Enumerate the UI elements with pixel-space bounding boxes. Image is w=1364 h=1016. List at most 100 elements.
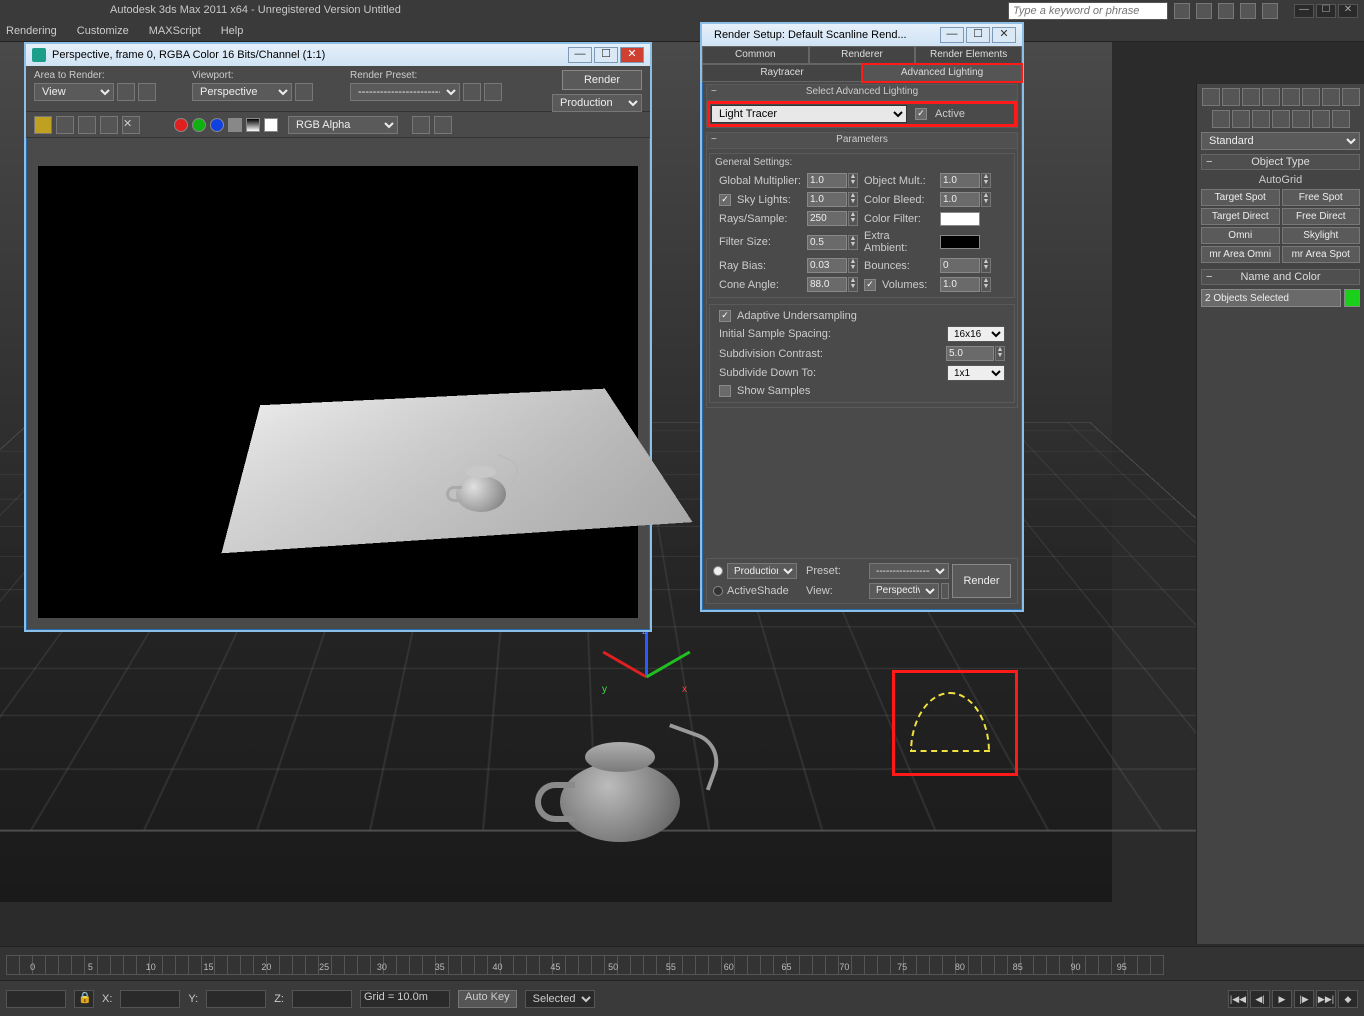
autokey-button[interactable]: Auto Key xyxy=(458,990,517,1008)
prev-frame-icon[interactable]: ◀| xyxy=(1250,990,1270,1008)
mr-area-omni-button[interactable]: mr Area Omni xyxy=(1201,246,1280,263)
transform-gizmo[interactable]: z y x xyxy=(600,632,690,722)
rfw-close-button[interactable]: ✕ xyxy=(620,47,644,63)
free-direct-button[interactable]: Free Direct xyxy=(1282,208,1361,225)
spinner-icon[interactable]: ▲▼ xyxy=(981,277,991,292)
tab-renderer[interactable]: Renderer xyxy=(809,46,916,64)
tab-render-elements[interactable]: Render Elements xyxy=(915,46,1022,64)
time-ruler[interactable]: 0 5 10 15 20 25 30 35 40 45 50 55 60 65 … xyxy=(6,955,1164,975)
object-mult-input[interactable] xyxy=(940,173,980,188)
color-bleed-input[interactable] xyxy=(940,192,980,207)
modify-tab-icon[interactable] xyxy=(1222,88,1240,106)
area-dropdown[interactable]: View xyxy=(34,83,114,101)
lock-view-icon[interactable] xyxy=(941,583,949,599)
helpers-icon[interactable] xyxy=(1292,110,1310,128)
rsd-close-button[interactable]: ✕ xyxy=(992,27,1016,43)
spinner-icon[interactable]: ▲▼ xyxy=(995,346,1005,361)
render-output-area[interactable] xyxy=(38,166,638,618)
preset-dropdown[interactable]: --------------------------- xyxy=(350,83,460,101)
footer-production-dropdown[interactable]: Production xyxy=(727,563,797,579)
color-filter-swatch[interactable] xyxy=(940,212,980,226)
sky-lights-checkbox[interactable]: ✓ xyxy=(719,194,731,206)
subdivide-downto-dropdown[interactable]: 1x1 xyxy=(947,365,1005,381)
search-input[interactable] xyxy=(1008,2,1168,20)
rsd-maximize-button[interactable]: ☐ xyxy=(966,27,990,43)
rsd-titlebar[interactable]: Render Setup: Default Scanline Rend... —… xyxy=(702,24,1022,46)
lights-icon[interactable] xyxy=(1252,110,1270,128)
target-spot-button[interactable]: Target Spot xyxy=(1201,189,1280,206)
channel-alpha[interactable] xyxy=(228,118,242,132)
adaptive-checkbox[interactable]: ✓ xyxy=(719,310,731,322)
object-name-field[interactable] xyxy=(1201,289,1341,307)
keymode-dropdown[interactable]: Selected xyxy=(525,990,595,1008)
menu-customize[interactable]: Customize xyxy=(77,25,129,37)
filter-size-input[interactable] xyxy=(807,235,847,250)
lighting-type-dropdown[interactable]: Light Tracer xyxy=(711,105,907,123)
bounces-input[interactable] xyxy=(940,258,980,273)
display-tab-icon[interactable] xyxy=(1282,88,1300,106)
spinner-icon[interactable]: ▲▼ xyxy=(848,235,858,250)
extra-ambient-swatch[interactable] xyxy=(940,235,980,249)
spinner-icon[interactable]: ▲▼ xyxy=(848,173,858,188)
teapot-object[interactable] xyxy=(540,712,710,852)
menu-maxscript[interactable]: MAXScript xyxy=(149,25,201,37)
env-icon[interactable] xyxy=(463,83,481,101)
x-field[interactable] xyxy=(120,990,180,1008)
footer-view-dropdown[interactable]: Perspective xyxy=(869,583,939,599)
hierarchy-tab-icon[interactable] xyxy=(1242,88,1260,106)
main-minimize-button[interactable]: — xyxy=(1294,4,1314,18)
spinner-icon[interactable]: ▲▼ xyxy=(848,277,858,292)
copy-icon[interactable] xyxy=(56,116,74,134)
lock-selection-icon[interactable]: 🔒 xyxy=(74,990,94,1008)
overlay-icon[interactable] xyxy=(412,116,430,134)
spinner-icon[interactable]: ▲▼ xyxy=(981,258,991,273)
region-icon[interactable] xyxy=(117,83,135,101)
rfw-render-button[interactable]: Render xyxy=(562,70,642,90)
rsd-minimize-button[interactable]: — xyxy=(940,27,964,43)
key-mode-icon[interactable]: ◆ xyxy=(1338,990,1358,1008)
parameters-header[interactable]: Parameters xyxy=(707,133,1017,149)
menu-help[interactable]: Help xyxy=(221,25,244,37)
mr-area-spot-button[interactable]: mr Area Spot xyxy=(1282,246,1361,263)
effects-icon[interactable] xyxy=(484,83,502,101)
global-mult-input[interactable] xyxy=(807,173,847,188)
next-frame-icon[interactable]: |▶ xyxy=(1294,990,1314,1008)
save-icon[interactable] xyxy=(34,116,52,134)
utilities-tab-icon[interactable] xyxy=(1302,88,1320,106)
lock-icon[interactable] xyxy=(295,83,313,101)
menu-rendering[interactable]: Rendering xyxy=(6,25,57,37)
object-type-header[interactable]: Object Type xyxy=(1201,154,1360,170)
create-tab-icon[interactable] xyxy=(1202,88,1220,106)
viewport-dropdown[interactable]: Perspective xyxy=(192,83,292,101)
volumes-input[interactable] xyxy=(940,277,980,292)
motion-tab-icon[interactable] xyxy=(1262,88,1280,106)
timeline[interactable]: 0 5 10 15 20 25 30 35 40 45 50 55 60 65 … xyxy=(0,946,1364,980)
target-direct-button[interactable]: Target Direct xyxy=(1201,208,1280,225)
toggle-icon[interactable] xyxy=(434,116,452,134)
background-swatch[interactable] xyxy=(264,118,278,132)
show-samples-checkbox[interactable] xyxy=(719,385,731,397)
production-radio[interactable] xyxy=(713,566,723,576)
main-maximize-button[interactable]: ☐ xyxy=(1316,4,1336,18)
spinner-icon[interactable]: ▲▼ xyxy=(848,258,858,273)
skylight-button[interactable]: Skylight xyxy=(1282,227,1361,244)
tab-common[interactable]: Common xyxy=(702,46,809,64)
production-dropdown[interactable]: Production xyxy=(552,94,642,112)
clone-icon[interactable] xyxy=(78,116,96,134)
active-checkbox[interactable]: ✓ xyxy=(915,108,927,120)
channel-red[interactable] xyxy=(174,118,188,132)
main-close-button[interactable]: ✕ xyxy=(1338,4,1358,18)
clear-icon[interactable]: ✕ xyxy=(122,116,140,134)
spinner-icon[interactable]: ▲▼ xyxy=(848,211,858,226)
z-field[interactable] xyxy=(292,990,352,1008)
rays-sample-input[interactable] xyxy=(807,211,847,226)
tab-advanced-lighting[interactable]: Advanced Lighting xyxy=(862,64,1022,82)
tab-raytracer[interactable]: Raytracer xyxy=(702,64,862,82)
play-icon[interactable]: ▶ xyxy=(1272,990,1292,1008)
subdivision-contrast-input[interactable] xyxy=(946,346,994,361)
volumes-checkbox[interactable]: ✓ xyxy=(864,279,876,291)
rfw-minimize-button[interactable]: — xyxy=(568,47,592,63)
extra-tab-icon[interactable] xyxy=(1322,88,1340,106)
goto-end-icon[interactable]: ▶▶| xyxy=(1316,990,1336,1008)
help-icon[interactable] xyxy=(1174,3,1190,19)
